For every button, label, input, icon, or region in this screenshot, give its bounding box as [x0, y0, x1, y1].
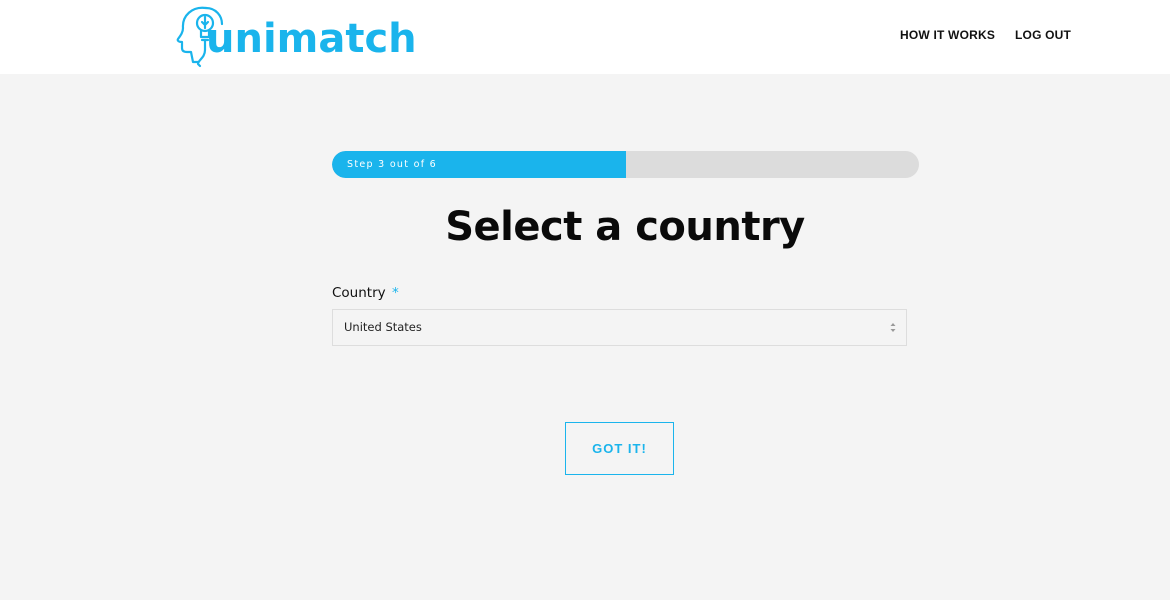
page-title: Select a country: [445, 204, 805, 250]
nav-how-it-works[interactable]: HOW IT WORKS: [900, 28, 995, 42]
nav-log-out[interactable]: LOG OUT: [1015, 28, 1071, 42]
updown-arrows-icon: [890, 323, 896, 332]
required-marker: *: [391, 285, 399, 301]
brand-wordmark: unimatch: [206, 16, 417, 62]
country-select[interactable]: United States: [332, 309, 907, 346]
country-label-text: Country: [332, 285, 386, 301]
brand-logo[interactable]: unimatch: [176, 2, 417, 68]
country-field-label: Country *: [332, 284, 399, 302]
site-header: unimatch HOW IT WORKS LOG OUT: [0, 0, 1170, 74]
country-select-value: United States: [344, 320, 422, 334]
got-it-button[interactable]: GOT IT!: [565, 422, 674, 475]
step-progress-bar: Step 3 out of 6: [332, 151, 919, 178]
progress-label: Step 3 out of 6: [347, 159, 438, 170]
